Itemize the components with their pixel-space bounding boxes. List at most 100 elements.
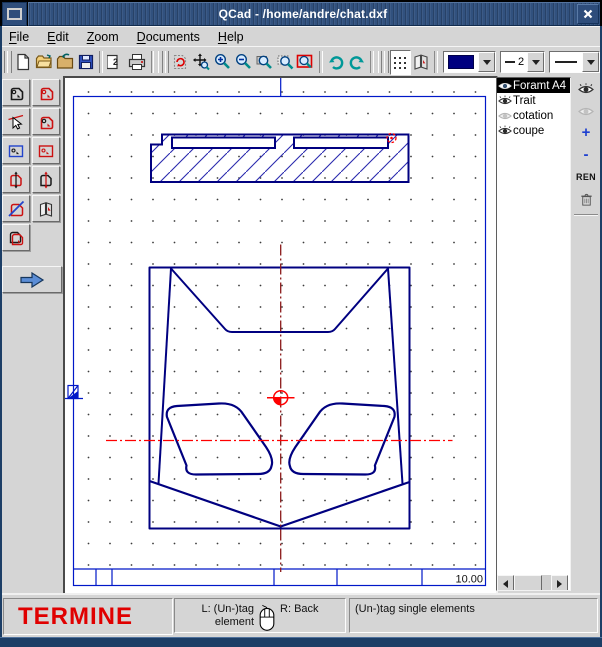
color-combo-arrow[interactable] bbox=[478, 52, 495, 72]
tool-tag-contour-button[interactable] bbox=[32, 79, 60, 106]
window-menu-button[interactable] bbox=[2, 2, 27, 26]
previous-view-button[interactable] bbox=[295, 50, 316, 75]
eye-icon bbox=[578, 83, 594, 96]
line-width-combo-arrow[interactable] bbox=[527, 52, 544, 72]
layer-row-coupe[interactable]: coupe bbox=[497, 123, 570, 138]
layer-row-trait[interactable]: Trait bbox=[497, 93, 570, 108]
untag-all-icon bbox=[7, 200, 25, 218]
layer-name: coupe bbox=[513, 125, 544, 137]
auto-zoom-icon bbox=[192, 53, 210, 71]
menu-documents[interactable]: Documents bbox=[128, 28, 209, 46]
draft-mode-button[interactable] bbox=[411, 50, 432, 75]
line-style-combo-arrow[interactable] bbox=[582, 52, 599, 72]
main-toolbar: 2 bbox=[0, 46, 602, 77]
previous-view-icon bbox=[296, 53, 314, 71]
hide-layer-button[interactable] bbox=[575, 102, 597, 120]
tag-window-red-icon bbox=[37, 142, 55, 160]
print-button[interactable] bbox=[127, 50, 148, 75]
toolbar-separator bbox=[151, 51, 155, 73]
save-button[interactable] bbox=[75, 50, 96, 75]
tool-select-pointer-button[interactable] bbox=[2, 108, 30, 135]
zoom-pan-button[interactable] bbox=[274, 50, 295, 75]
line-width-combo[interactable]: 2 bbox=[500, 51, 545, 73]
zoom-in-icon bbox=[213, 53, 231, 71]
tool-tag-layer-button[interactable] bbox=[32, 195, 60, 222]
command-status-text: TERMINE bbox=[4, 603, 133, 631]
show-layer-button[interactable] bbox=[575, 80, 597, 98]
print-preview-icon: 2 bbox=[107, 53, 125, 71]
toolbar-handle[interactable] bbox=[165, 51, 169, 73]
color-combo[interactable] bbox=[443, 51, 496, 73]
menu-file[interactable]: File bbox=[0, 28, 38, 46]
main-area: 10.00 bbox=[0, 76, 602, 593]
scrollbar-track[interactable] bbox=[542, 575, 551, 590]
layer-row-cotation[interactable]: cotation bbox=[497, 108, 570, 123]
zoom-in-button[interactable] bbox=[212, 50, 233, 75]
section-view[interactable] bbox=[151, 134, 409, 183]
pointer-arrow-icon bbox=[7, 113, 25, 131]
delete-layer-button[interactable] bbox=[575, 190, 597, 208]
action-hint-panel: (Un-)tag single elements bbox=[349, 598, 598, 633]
tool-tag-entity-button[interactable] bbox=[32, 108, 60, 135]
right-mouse-hint: R: Back bbox=[280, 603, 319, 616]
zoom-out-icon bbox=[234, 53, 252, 71]
grid-spacing-label: 10.00 bbox=[455, 574, 483, 586]
zoom-out-button[interactable] bbox=[233, 50, 254, 75]
toolbar-handle[interactable] bbox=[158, 51, 162, 73]
auto-zoom-button[interactable] bbox=[191, 50, 212, 75]
layer-list-hscrollbar[interactable] bbox=[497, 575, 568, 590]
save-as-button[interactable] bbox=[55, 50, 76, 75]
left-mouse-hint: L: (Un-)tag element bbox=[201, 603, 254, 629]
grid-toggle-button[interactable] bbox=[390, 50, 411, 75]
undo-button[interactable] bbox=[326, 50, 347, 75]
new-file-button[interactable] bbox=[13, 50, 34, 75]
scroll-right-button[interactable] bbox=[551, 575, 568, 591]
scroll-left-button[interactable] bbox=[497, 575, 514, 591]
window-border-left bbox=[0, 26, 2, 637]
tool-tag-double-button[interactable] bbox=[2, 224, 30, 251]
line-style-combo[interactable] bbox=[549, 51, 600, 73]
scrollbar-thumb[interactable] bbox=[514, 575, 542, 591]
toolbar-handle[interactable] bbox=[7, 51, 11, 73]
add-layer-button[interactable]: + bbox=[575, 124, 597, 142]
toolbar-handle[interactable] bbox=[384, 51, 388, 73]
action-hint-text: (Un-)tag single elements bbox=[355, 603, 475, 615]
titlebar[interactable]: QCad - /home/andre/chat.dxf bbox=[28, 2, 600, 26]
continue-arrow-button[interactable] bbox=[2, 266, 62, 293]
eye-icon bbox=[498, 80, 512, 92]
layer-name: Trait bbox=[513, 95, 536, 107]
redo-button[interactable] bbox=[346, 50, 367, 75]
layer-buttons-separator bbox=[574, 214, 598, 216]
tool-tag-window-blue-button[interactable] bbox=[2, 137, 30, 164]
qcad-window: QCad - /home/andre/chat.dxf File Edit Zo… bbox=[0, 0, 602, 647]
layer-row-foramt-a[interactable]: Foramt A4 bbox=[497, 78, 570, 93]
drawing-canvas[interactable]: 10.00 bbox=[65, 78, 492, 591]
toolbar-separator bbox=[99, 51, 103, 73]
tool-untag-all-button[interactable] bbox=[2, 195, 30, 222]
tool-tag-window-red-button[interactable] bbox=[32, 137, 60, 164]
toolbar-handle[interactable] bbox=[378, 51, 382, 73]
tag-element-icon bbox=[7, 84, 25, 102]
menu-zoom[interactable]: Zoom bbox=[78, 28, 128, 46]
tool-tag-axis-black-button[interactable] bbox=[32, 166, 60, 193]
print-preview-button[interactable]: 2 bbox=[106, 50, 127, 75]
tag-entity-icon bbox=[37, 113, 55, 131]
tool-tag-element-button[interactable] bbox=[2, 79, 30, 106]
close-button[interactable] bbox=[577, 4, 599, 24]
redraw-button[interactable] bbox=[170, 50, 191, 75]
layer-list: Foramt A4 Trait cotation bbox=[496, 77, 571, 591]
zoom-pan-icon bbox=[276, 53, 294, 71]
line-width-value: 2 bbox=[501, 53, 527, 71]
zoom-window-button[interactable] bbox=[253, 50, 274, 75]
remove-layer-button[interactable]: - bbox=[575, 146, 597, 164]
layer-name: cotation bbox=[513, 110, 553, 122]
mouse-hint-panel: L: (Un-)tag element R: Back bbox=[174, 598, 346, 633]
menu-edit[interactable]: Edit bbox=[38, 28, 78, 46]
window-title: QCad - /home/andre/chat.dxf bbox=[29, 7, 577, 21]
open-file-button[interactable] bbox=[34, 50, 55, 75]
menu-help[interactable]: Help bbox=[209, 28, 253, 46]
rename-layer-button[interactable]: REN bbox=[575, 168, 597, 186]
tag-layer-icon bbox=[37, 200, 55, 218]
tool-tag-axis-red-button[interactable] bbox=[2, 166, 30, 193]
window-border-bottom[interactable] bbox=[0, 637, 602, 647]
